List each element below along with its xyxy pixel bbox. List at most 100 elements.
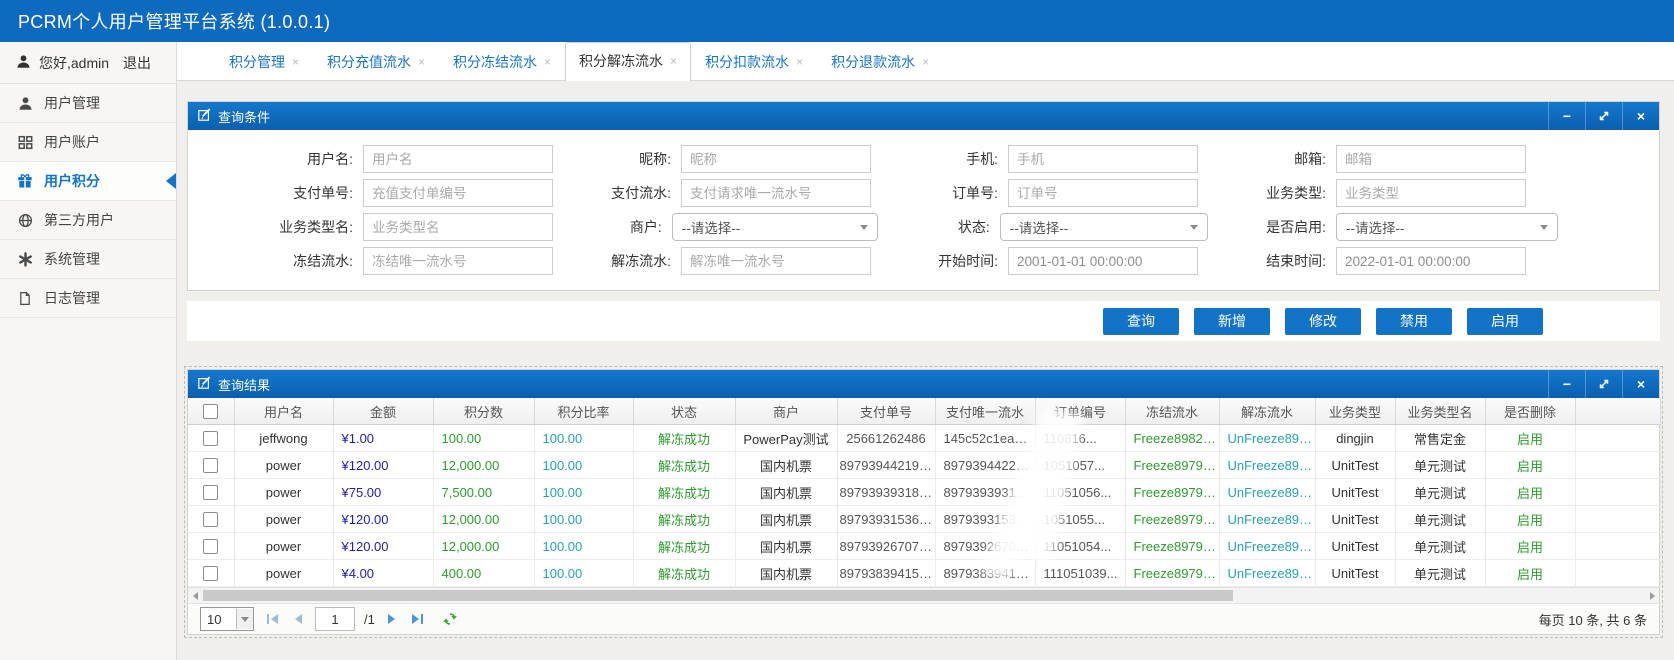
field-select[interactable]: --请选择-- xyxy=(672,213,878,241)
table-cell: 400.00 xyxy=(433,560,534,587)
user-avatar-icon xyxy=(16,54,31,72)
row-checkbox[interactable] xyxy=(203,512,218,527)
field-label: 解冻流水: xyxy=(553,251,681,271)
enable-button[interactable]: 启用 xyxy=(1467,308,1543,335)
table-cell: Freeze8979394... xyxy=(1125,452,1219,479)
sidebar-item-1[interactable]: 用户账户 xyxy=(0,123,176,162)
workspace: 查询条件 − × 用户名:昵称:手机:邮箱:支付单号:支付流水:订单号:业务类型… xyxy=(177,81,1674,660)
query-expand-icon[interactable] xyxy=(1585,102,1622,130)
tab-close-icon[interactable]: × xyxy=(544,55,551,69)
field-input[interactable] xyxy=(363,247,553,275)
table-cell: 100.00 xyxy=(534,452,633,479)
results-close-icon[interactable]: × xyxy=(1622,370,1659,398)
tab-close-icon[interactable]: × xyxy=(796,55,803,69)
field-input[interactable] xyxy=(363,145,553,173)
actions-bar: 查询新增修改禁用启用 xyxy=(187,301,1660,341)
row-checkbox[interactable] xyxy=(203,485,218,500)
field-input[interactable] xyxy=(1336,247,1526,275)
sidebar-item-2[interactable]: 用户积分 xyxy=(0,162,176,201)
scrollbar-thumb[interactable] xyxy=(203,590,1233,601)
tab-close-icon[interactable]: × xyxy=(922,55,929,69)
table-cell: 解冻成功 xyxy=(633,479,735,506)
column-header: 支付唯一流水 xyxy=(935,398,1035,425)
sidebar-item-5[interactable]: 日志管理 xyxy=(0,279,176,318)
column-header: 用户名 xyxy=(234,398,333,425)
globe-icon xyxy=(17,212,33,228)
results-minimize-icon[interactable]: − xyxy=(1548,370,1585,398)
table-cell: UnFreeze8982... xyxy=(1219,425,1315,452)
row-checkbox[interactable] xyxy=(203,539,218,554)
sidebar-item-3[interactable]: 第三方用户 xyxy=(0,201,176,240)
field-label: 结束时间: xyxy=(1208,251,1336,271)
refresh-icon[interactable] xyxy=(442,611,458,627)
results-expand-icon[interactable] xyxy=(1585,370,1622,398)
tab-close-icon[interactable]: × xyxy=(418,55,425,69)
last-page-button[interactable] xyxy=(408,614,427,624)
first-page-button[interactable] xyxy=(263,614,282,624)
horizontal-scrollbar xyxy=(188,587,1659,603)
row-checkbox[interactable] xyxy=(203,566,218,581)
edit-button[interactable]: 修改 xyxy=(1285,308,1361,335)
table-cell: 100.00 xyxy=(534,479,633,506)
field-input[interactable] xyxy=(681,145,871,173)
tab-3[interactable]: 积分解冻流水× xyxy=(565,42,691,81)
search-button[interactable]: 查询 xyxy=(1103,308,1179,335)
scroll-left-icon[interactable] xyxy=(188,588,202,603)
column-header-empty xyxy=(1575,398,1660,425)
tab-4[interactable]: 积分扣款流水× xyxy=(691,43,817,81)
field-input[interactable] xyxy=(363,213,553,241)
row-checkbox[interactable] xyxy=(203,431,218,446)
field-input[interactable] xyxy=(1336,179,1526,207)
page-size-select[interactable]: 10 xyxy=(200,607,254,631)
tab-2[interactable]: 积分冻结流水× xyxy=(439,43,565,81)
table-cell-empty xyxy=(1575,479,1660,506)
field-label: 支付单号: xyxy=(208,183,363,203)
page-number-input[interactable] xyxy=(315,607,355,631)
query-minimize-icon[interactable]: − xyxy=(1548,102,1585,130)
table-cell: 897939315368... xyxy=(837,506,935,533)
prev-page-button[interactable] xyxy=(291,614,306,624)
table-cell: 11051054... xyxy=(1035,533,1125,560)
row-checkbox[interactable] xyxy=(203,458,218,473)
table-cell: ¥120.00 xyxy=(333,506,433,533)
add-button[interactable]: 新增 xyxy=(1194,308,1270,335)
sidebar-item-label: 用户积分 xyxy=(44,171,100,191)
table-cell: 100.00 xyxy=(534,533,633,560)
tab-1[interactable]: 积分充值流水× xyxy=(313,43,439,81)
query-field: 开始时间: xyxy=(878,247,1208,275)
table-cell: 启用 xyxy=(1485,425,1575,452)
query-close-icon[interactable]: × xyxy=(1622,102,1659,130)
field-label: 状态: xyxy=(878,217,1000,237)
field-input[interactable] xyxy=(1336,145,1526,173)
table-cell: 常售定金 xyxy=(1395,425,1485,452)
query-field: 是否启用:--请选择-- xyxy=(1208,213,1598,241)
sidebar-item-label: 第三方用户 xyxy=(44,210,114,230)
tab-close-icon[interactable]: × xyxy=(670,54,677,68)
table-cell: UnitTest xyxy=(1315,533,1395,560)
scroll-right-icon[interactable] xyxy=(1645,588,1659,603)
field-input[interactable] xyxy=(1008,145,1198,173)
field-select[interactable]: --请选择-- xyxy=(1000,213,1208,241)
tab-close-icon[interactable]: × xyxy=(292,55,299,69)
tab-5[interactable]: 积分退款流水× xyxy=(817,43,943,81)
field-input[interactable] xyxy=(681,179,871,207)
sidebar-nav: 用户管理用户账户用户积分第三方用户系统管理日志管理 xyxy=(0,84,176,318)
sidebar-item-0[interactable]: 用户管理 xyxy=(0,84,176,123)
table-cell: PowerPay测试 xyxy=(735,425,837,452)
column-header: 订单编号 xyxy=(1035,398,1125,425)
select-all-checkbox[interactable] xyxy=(203,404,218,419)
table-cell: 解冻成功 xyxy=(633,533,735,560)
table-cell: ¥120.00 xyxy=(333,533,433,560)
field-label: 邮箱: xyxy=(1208,149,1336,169)
field-select[interactable]: --请选择-- xyxy=(1336,213,1558,241)
sidebar-item-4[interactable]: 系统管理 xyxy=(0,240,176,279)
field-input[interactable] xyxy=(1008,179,1198,207)
disable-button[interactable]: 禁用 xyxy=(1376,308,1452,335)
field-input[interactable] xyxy=(1008,247,1198,275)
field-input[interactable] xyxy=(681,247,871,275)
logout-link[interactable]: 退出 xyxy=(123,53,151,73)
next-page-button[interactable] xyxy=(384,614,399,624)
field-input[interactable] xyxy=(363,179,553,207)
results-panel: 查询结果 − × 用户名金额积分数积分比率状态商户支付单号支付唯一流水订单编号冻… xyxy=(187,369,1660,635)
tab-0[interactable]: 积分管理× xyxy=(215,43,313,81)
